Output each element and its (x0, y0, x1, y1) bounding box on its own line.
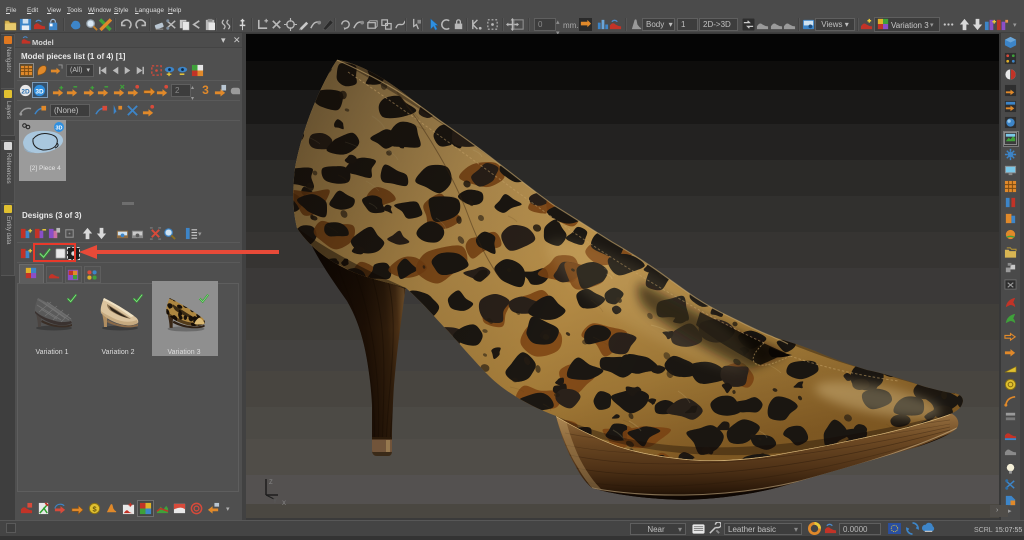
svg-text:Y: Y (273, 499, 277, 505)
svg-text:3: 3 (202, 83, 209, 96)
svg-text:[2] Piece 4: [2] Piece 4 (30, 165, 61, 172)
svg-text:2D: 2D (21, 88, 30, 95)
svg-text:3D: 3D (55, 126, 62, 132)
svg-text:X: X (282, 501, 286, 507)
svg-text:3D: 3D (35, 88, 44, 95)
svg-text:Z: Z (269, 480, 273, 486)
